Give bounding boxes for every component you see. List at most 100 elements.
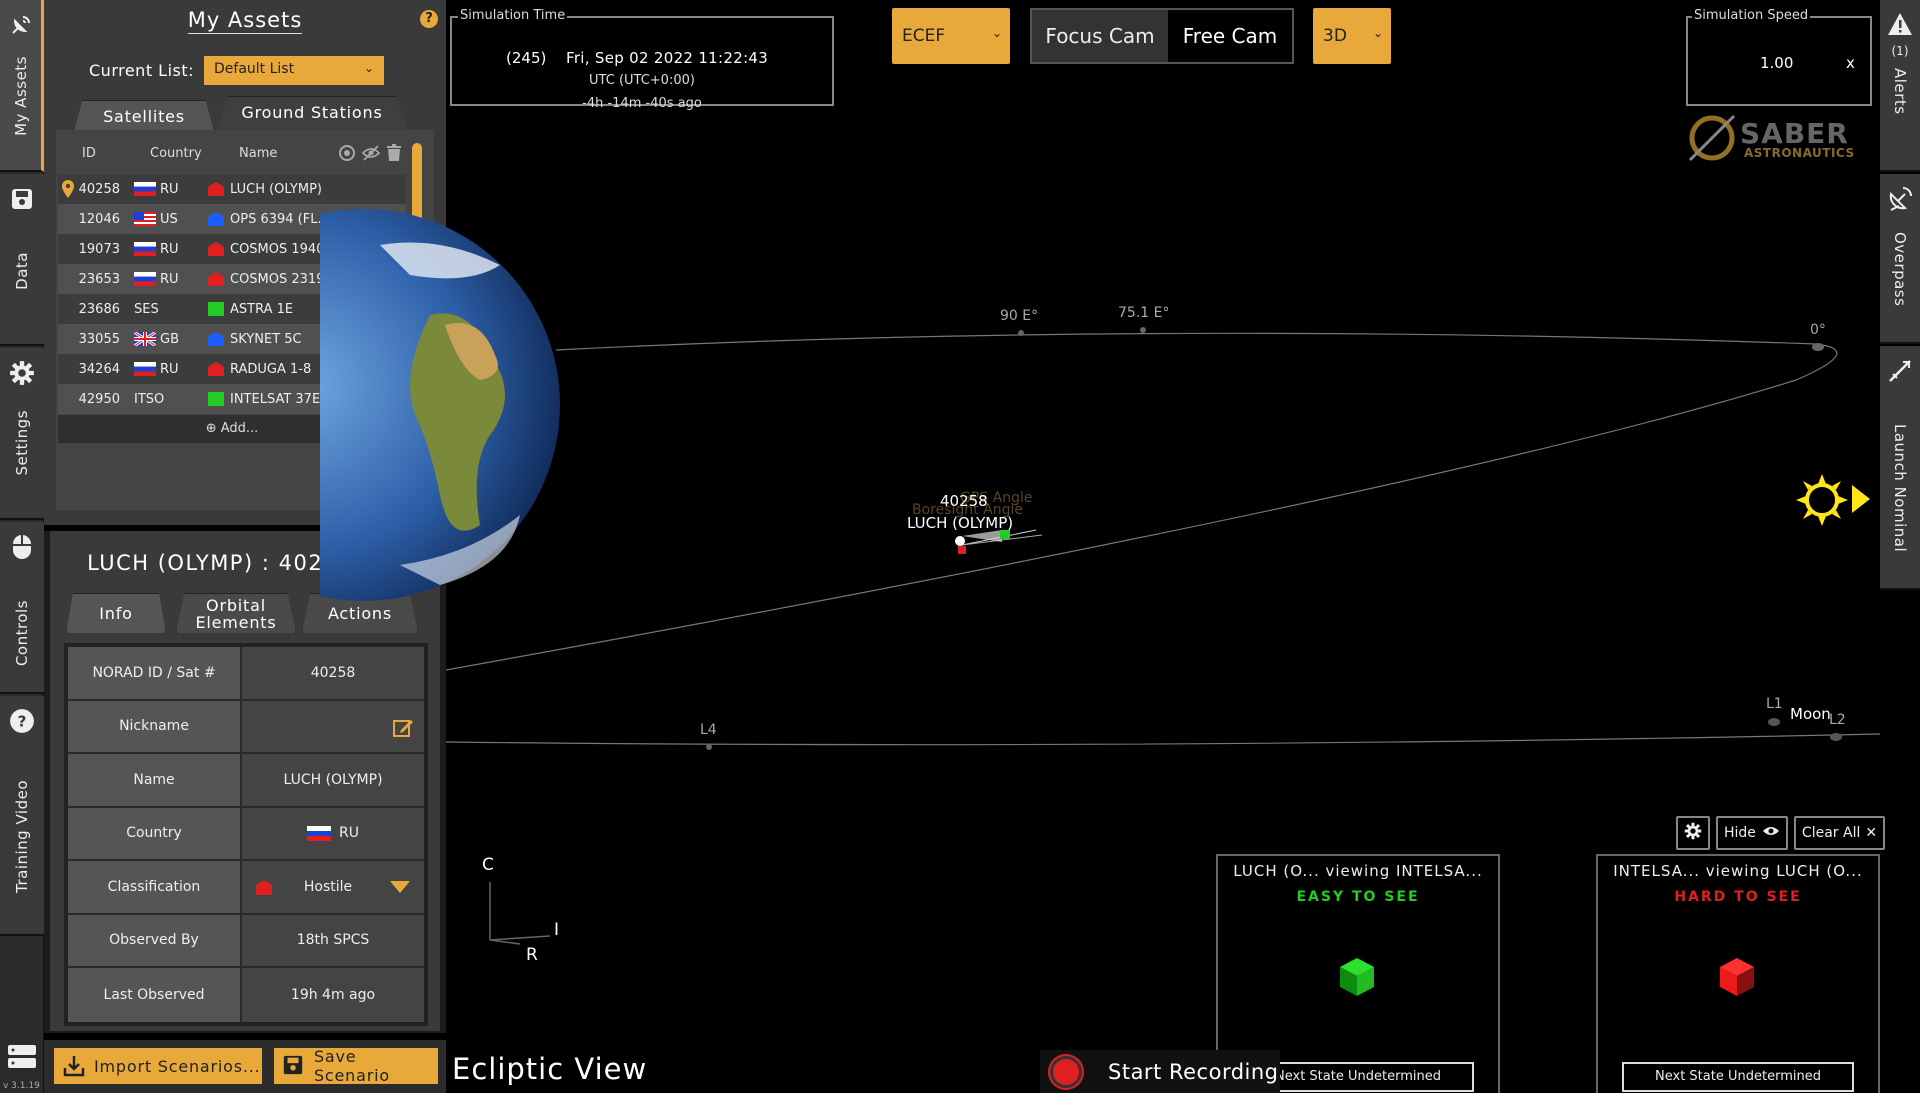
- rail-tab-alerts[interactable]: (1) Alerts: [1880, 0, 1920, 172]
- country-value: RU: [242, 807, 424, 859]
- rail-tab-settings[interactable]: Settings: [0, 348, 44, 520]
- dimension-value: 3D: [1323, 26, 1347, 46]
- viewing-panel-title: LUCH (O... viewing INTELSA...: [1233, 862, 1483, 880]
- neutral-satellite-marker[interactable]: [1000, 530, 1010, 539]
- table-row[interactable]: 40258 RU LUCH (OLYMP): [58, 174, 406, 204]
- simulation-speed-box[interactable]: Simulation Speed 1.00 x: [1686, 8, 1872, 106]
- country-code: RU: [160, 181, 179, 197]
- us-flag-icon: [134, 212, 156, 226]
- l2-label: L2: [1829, 712, 1846, 728]
- earth-globe[interactable]: [168, 205, 566, 605]
- info-row: NORAD ID / Sat # 40258: [68, 647, 424, 701]
- rail-tab-my-assets[interactable]: My Assets: [0, 0, 44, 172]
- hostile-classification-icon: [208, 272, 224, 286]
- start-recording-label: Start Recording: [1108, 1060, 1279, 1084]
- hostile-classification-icon: [208, 242, 224, 256]
- trash-icon[interactable]: [386, 144, 402, 162]
- neutral-classification-icon: [208, 302, 224, 316]
- gb-flag-icon: [134, 332, 156, 346]
- save-icon: [282, 1054, 306, 1078]
- moon-label: Moon: [1790, 705, 1831, 723]
- add-label: Add...: [220, 421, 259, 436]
- gear-icon: [1684, 822, 1702, 844]
- col-header-id[interactable]: ID: [82, 146, 96, 161]
- satellite-id: 40258: [78, 181, 120, 197]
- info-row: Name LUCH (OLYMP): [68, 754, 424, 808]
- hostile-icon: [256, 880, 272, 895]
- focus-cam-button[interactable]: Focus Cam: [1032, 10, 1168, 62]
- hide-all-icon[interactable]: [361, 145, 381, 161]
- record-icon: [1050, 1056, 1082, 1088]
- info-table: NORAD ID / Sat # 40258 Nickname Name LUC…: [64, 643, 428, 1026]
- classification-text: Hostile: [303, 878, 353, 895]
- edit-icon[interactable]: [392, 717, 414, 739]
- col-header-name[interactable]: Name: [239, 146, 277, 161]
- close-icon: ✕: [1865, 825, 1878, 841]
- viewing-panel[interactable]: INTELSA... viewing LUCH (O... HARD TO SE…: [1596, 854, 1880, 1093]
- svg-text:?: ?: [18, 712, 27, 730]
- help-circle-icon: ?: [9, 708, 35, 734]
- rail-tab-overpass[interactable]: Overpass: [1880, 174, 1920, 344]
- free-cam-button[interactable]: Free Cam: [1168, 10, 1292, 62]
- right-rail: (1) Alerts Overpass Launch Nominal: [1880, 0, 1920, 1093]
- tab-info[interactable]: Info: [66, 593, 166, 633]
- info-key: Name: [68, 754, 242, 806]
- simulation-time-box[interactable]: Simulation Time (245) Fri, Sep 02 2022 1…: [450, 8, 834, 111]
- rail-tab-data[interactable]: Data: [0, 174, 44, 346]
- sun-icon[interactable]: [1796, 474, 1848, 526]
- clear-all-label: Clear All: [1801, 825, 1861, 841]
- clear-all-button[interactable]: Clear All ✕: [1793, 816, 1886, 850]
- import-scenarios-button[interactable]: Import Scenarios...: [54, 1048, 262, 1084]
- tab-ground-stations[interactable]: Ground Stations: [216, 96, 408, 132]
- panel-settings-button[interactable]: [1676, 816, 1710, 850]
- simulation-speed-label: Simulation Speed: [1692, 8, 1811, 23]
- add-icon: ⊕: [205, 421, 221, 436]
- friendly-classification-icon: [208, 332, 224, 346]
- start-recording-button[interactable]: Start Recording: [1040, 1050, 1280, 1093]
- rail-tab-controls[interactable]: Controls: [0, 522, 44, 694]
- ru-flag-icon: [134, 242, 156, 256]
- alerts-count: (1): [1891, 44, 1909, 58]
- chevron-down-icon: ⌄: [991, 26, 1002, 40]
- classification-value[interactable]: Hostile: [242, 861, 424, 913]
- satellite-id: 23653: [78, 271, 120, 287]
- help-icon[interactable]: ?: [420, 10, 438, 28]
- saber-astronautics-logo: SABER ASTRONAUTICS: [1686, 110, 1876, 166]
- satellite-dish-icon: [1887, 186, 1913, 212]
- reference-frame-select[interactable]: ECEF ⌄: [892, 8, 1010, 64]
- day-of-year: (245): [506, 49, 547, 67]
- col-header-country[interactable]: Country: [150, 146, 202, 161]
- simulation-offset: -4h -14m -40s ago: [582, 96, 702, 111]
- country-code: SES: [134, 301, 159, 317]
- info-row: Observed By 18th SPCS: [68, 914, 424, 968]
- rail-label-data: Data: [13, 252, 31, 290]
- red-cube-icon: [1716, 956, 1758, 998]
- hostile-satellite-marker[interactable]: [958, 546, 966, 554]
- satellite-id: 19073: [78, 241, 120, 257]
- save-scenario-button[interactable]: Save Scenario: [274, 1047, 438, 1085]
- chevron-down-icon[interactable]: [388, 879, 412, 895]
- tab-orbital-elements[interactable]: Orbital Elements: [176, 593, 296, 633]
- country-code: RU: [160, 241, 179, 257]
- target-all-icon[interactable]: [338, 144, 356, 162]
- tab-satellites[interactable]: Satellites: [74, 100, 214, 132]
- simulation-speed-suffix: x: [1846, 54, 1855, 72]
- current-list-label: Current List:: [89, 61, 195, 80]
- dimension-select[interactable]: 3D ⌄: [1313, 8, 1391, 64]
- next-state-label: Next State Undetermined: [1622, 1062, 1854, 1092]
- selected-satellite-marker[interactable]: [955, 536, 965, 546]
- current-list-select[interactable]: Default List ⌄: [204, 56, 384, 85]
- rail-label-my-assets: My Assets: [11, 56, 30, 136]
- import-label: Import Scenarios...: [94, 1056, 261, 1076]
- hide-panels-button[interactable]: Hide: [1716, 816, 1788, 850]
- rail-tab-training-video[interactable]: ? Training Video: [0, 696, 44, 936]
- viewing-panel-title: INTELSA... viewing LUCH (O...: [1613, 862, 1863, 880]
- save-icon: [9, 186, 35, 212]
- server-icon[interactable]: [6, 1043, 38, 1073]
- chevron-down-icon: ⌄: [363, 61, 374, 75]
- satellite-id-label: 40258: [940, 492, 988, 510]
- info-value: LUCH (OLYMP): [242, 754, 424, 806]
- rail-tab-launch[interactable]: Launch Nominal: [1880, 346, 1920, 590]
- simulation-speed-value[interactable]: 1.00: [1760, 54, 1793, 72]
- simulation-timezone: UTC (UTC+0:00): [589, 73, 695, 88]
